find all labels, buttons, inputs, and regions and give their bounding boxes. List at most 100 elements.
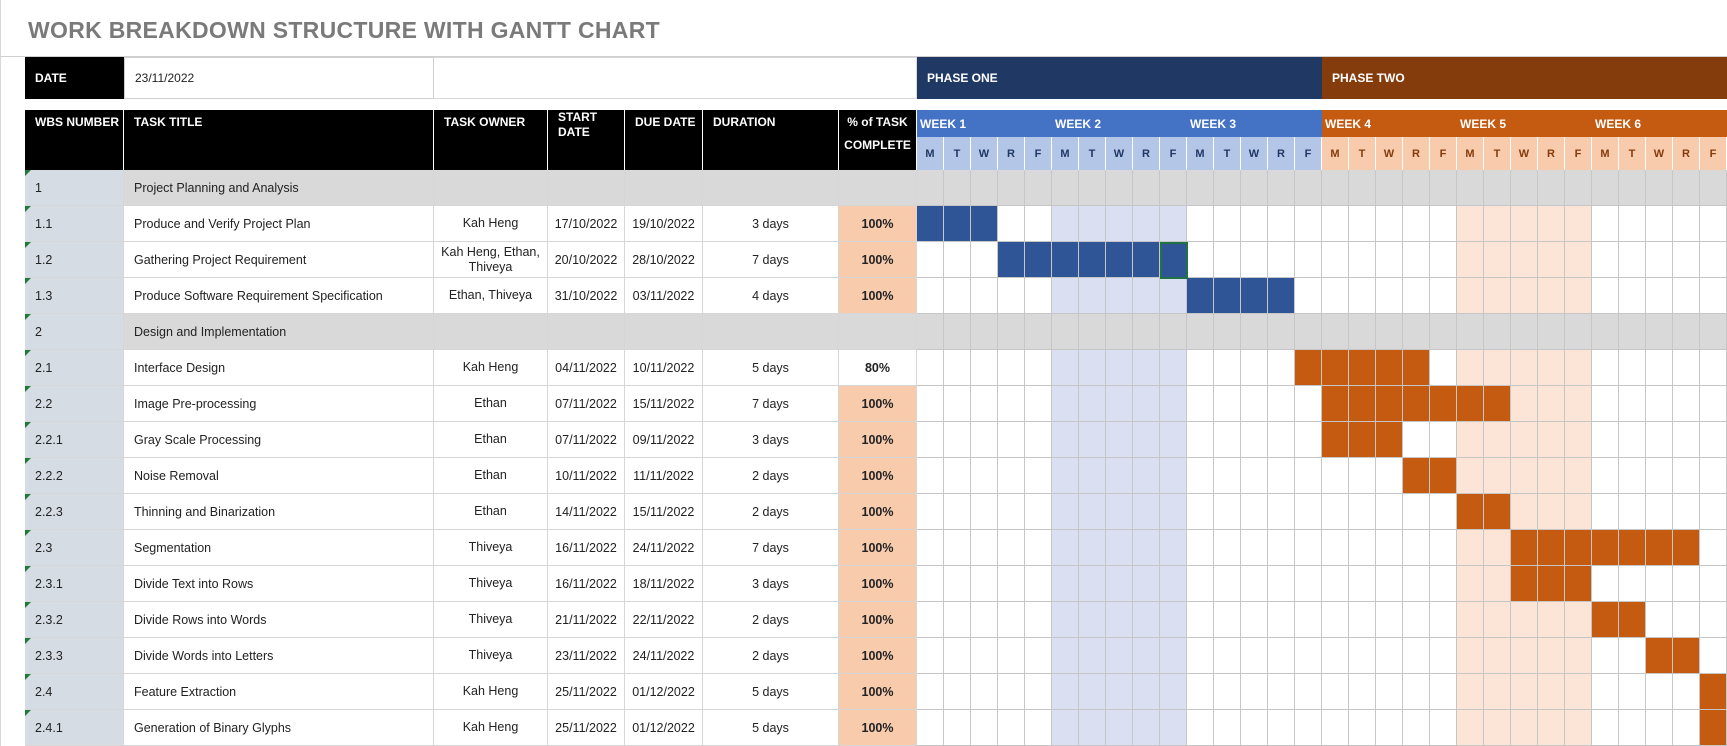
gantt-cell[interactable] bbox=[1403, 278, 1430, 314]
gantt-cell[interactable] bbox=[1673, 242, 1700, 278]
gantt-bar-segment[interactable] bbox=[1700, 710, 1727, 746]
due-date-cell[interactable]: 22/11/2022 bbox=[625, 602, 703, 638]
task-owner-cell[interactable]: Ethan, Thiveya bbox=[434, 278, 548, 314]
gantt-cell[interactable] bbox=[1052, 566, 1079, 602]
gantt-cell[interactable] bbox=[1079, 278, 1106, 314]
gantt-cell[interactable] bbox=[1511, 278, 1538, 314]
gantt-cell[interactable] bbox=[1322, 206, 1349, 242]
gantt-cell[interactable] bbox=[1106, 386, 1133, 422]
gantt-bar-segment[interactable] bbox=[1484, 386, 1511, 422]
gantt-cell[interactable] bbox=[1295, 458, 1322, 494]
gantt-cell[interactable] bbox=[1565, 242, 1592, 278]
gantt-bar-segment[interactable] bbox=[1349, 386, 1376, 422]
duration-cell[interactable]: 7 days bbox=[703, 530, 839, 566]
gantt-bar-segment[interactable] bbox=[1322, 422, 1349, 458]
gantt-bar-segment[interactable] bbox=[917, 206, 944, 242]
start-date-cell[interactable]: 14/11/2022 bbox=[548, 494, 625, 530]
gantt-cell[interactable] bbox=[1052, 530, 1079, 566]
wbs-number-cell[interactable]: 1 bbox=[25, 170, 124, 206]
duration-cell[interactable]: 3 days bbox=[703, 422, 839, 458]
duration-cell[interactable]: 5 days bbox=[703, 350, 839, 386]
wbs-number-cell[interactable]: 2.4.1 bbox=[25, 710, 124, 746]
gantt-cell[interactable] bbox=[1106, 710, 1133, 746]
gantt-cell[interactable] bbox=[1106, 674, 1133, 710]
gantt-cell[interactable] bbox=[1295, 674, 1322, 710]
gantt-cell[interactable] bbox=[1322, 242, 1349, 278]
gantt-cell[interactable] bbox=[1538, 602, 1565, 638]
gantt-cell[interactable] bbox=[1619, 278, 1646, 314]
task-title-cell[interactable]: Generation of Binary Glyphs bbox=[124, 710, 434, 746]
percent-complete-cell[interactable]: 100% bbox=[839, 674, 917, 710]
gantt-cell[interactable] bbox=[1268, 314, 1295, 350]
gantt-cell[interactable] bbox=[1025, 170, 1052, 206]
gantt-cell[interactable] bbox=[1133, 494, 1160, 530]
gantt-cell[interactable] bbox=[1295, 710, 1322, 746]
gantt-cell[interactable] bbox=[971, 674, 998, 710]
gantt-cell[interactable] bbox=[1214, 638, 1241, 674]
gantt-cell[interactable] bbox=[1349, 278, 1376, 314]
gantt-cell[interactable] bbox=[1484, 170, 1511, 206]
gantt-cell[interactable] bbox=[1187, 566, 1214, 602]
gantt-cell[interactable] bbox=[1079, 638, 1106, 674]
task-title-cell[interactable]: Produce Software Requirement Specificati… bbox=[124, 278, 434, 314]
gantt-cell[interactable] bbox=[1484, 422, 1511, 458]
gantt-cell[interactable] bbox=[917, 710, 944, 746]
duration-cell[interactable]: 2 days bbox=[703, 638, 839, 674]
duration-cell[interactable]: 2 days bbox=[703, 602, 839, 638]
due-date-cell[interactable]: 09/11/2022 bbox=[625, 422, 703, 458]
task-owner-cell[interactable]: Thiveya bbox=[434, 566, 548, 602]
gantt-cell[interactable] bbox=[971, 386, 998, 422]
gantt-cell[interactable] bbox=[1592, 458, 1619, 494]
gantt-cell[interactable] bbox=[1133, 206, 1160, 242]
gantt-cell[interactable] bbox=[1079, 494, 1106, 530]
gantt-cell[interactable] bbox=[1133, 314, 1160, 350]
due-date-cell[interactable]: 28/10/2022 bbox=[625, 242, 703, 278]
gantt-bar-segment[interactable] bbox=[1619, 602, 1646, 638]
gantt-cell[interactable] bbox=[1430, 566, 1457, 602]
gantt-cell[interactable] bbox=[1376, 206, 1403, 242]
wbs-number-cell[interactable]: 2.4 bbox=[25, 674, 124, 710]
task-title-cell[interactable]: Design and Implementation bbox=[124, 314, 434, 350]
gantt-cell[interactable] bbox=[1592, 170, 1619, 206]
gantt-cell[interactable] bbox=[1457, 314, 1484, 350]
percent-complete-cell[interactable]: 100% bbox=[839, 386, 917, 422]
gantt-cell[interactable] bbox=[1565, 386, 1592, 422]
gantt-cell[interactable] bbox=[1187, 206, 1214, 242]
gantt-cell[interactable] bbox=[1106, 530, 1133, 566]
gantt-cell[interactable] bbox=[1322, 566, 1349, 602]
start-date-cell[interactable]: 21/11/2022 bbox=[548, 602, 625, 638]
gantt-cell[interactable] bbox=[1646, 602, 1673, 638]
due-date-cell[interactable]: 03/11/2022 bbox=[625, 278, 703, 314]
gantt-cell[interactable] bbox=[1241, 530, 1268, 566]
gantt-bar-segment[interactable] bbox=[1106, 242, 1133, 278]
gantt-cell[interactable] bbox=[1376, 170, 1403, 206]
due-date-cell[interactable]: 24/11/2022 bbox=[625, 638, 703, 674]
duration-cell[interactable]: 5 days bbox=[703, 674, 839, 710]
gantt-cell[interactable] bbox=[1025, 350, 1052, 386]
gantt-cell[interactable] bbox=[1133, 638, 1160, 674]
duration-cell[interactable]: 4 days bbox=[703, 278, 839, 314]
gantt-cell[interactable] bbox=[1430, 242, 1457, 278]
start-date-cell[interactable]: 04/11/2022 bbox=[548, 350, 625, 386]
task-title-cell[interactable]: Segmentation bbox=[124, 530, 434, 566]
gantt-cell[interactable] bbox=[1187, 242, 1214, 278]
gantt-cell[interactable] bbox=[1214, 602, 1241, 638]
gantt-cell[interactable] bbox=[1565, 638, 1592, 674]
gantt-cell[interactable] bbox=[1241, 566, 1268, 602]
gantt-cell[interactable] bbox=[917, 566, 944, 602]
gantt-cell[interactable] bbox=[1322, 530, 1349, 566]
gantt-bar-segment[interactable] bbox=[1430, 458, 1457, 494]
gantt-cell[interactable] bbox=[1430, 278, 1457, 314]
gantt-cell[interactable] bbox=[1295, 422, 1322, 458]
start-date-cell[interactable] bbox=[548, 170, 625, 206]
gantt-cell[interactable] bbox=[1565, 458, 1592, 494]
gantt-cell[interactable] bbox=[1052, 710, 1079, 746]
duration-cell[interactable]: 2 days bbox=[703, 494, 839, 530]
gantt-cell[interactable] bbox=[1430, 530, 1457, 566]
gantt-cell[interactable] bbox=[1025, 206, 1052, 242]
gantt-cell[interactable] bbox=[917, 242, 944, 278]
gantt-bar-segment[interactable] bbox=[1403, 350, 1430, 386]
gantt-cell[interactable] bbox=[1403, 422, 1430, 458]
gantt-cell[interactable] bbox=[1457, 422, 1484, 458]
gantt-cell[interactable] bbox=[1214, 314, 1241, 350]
